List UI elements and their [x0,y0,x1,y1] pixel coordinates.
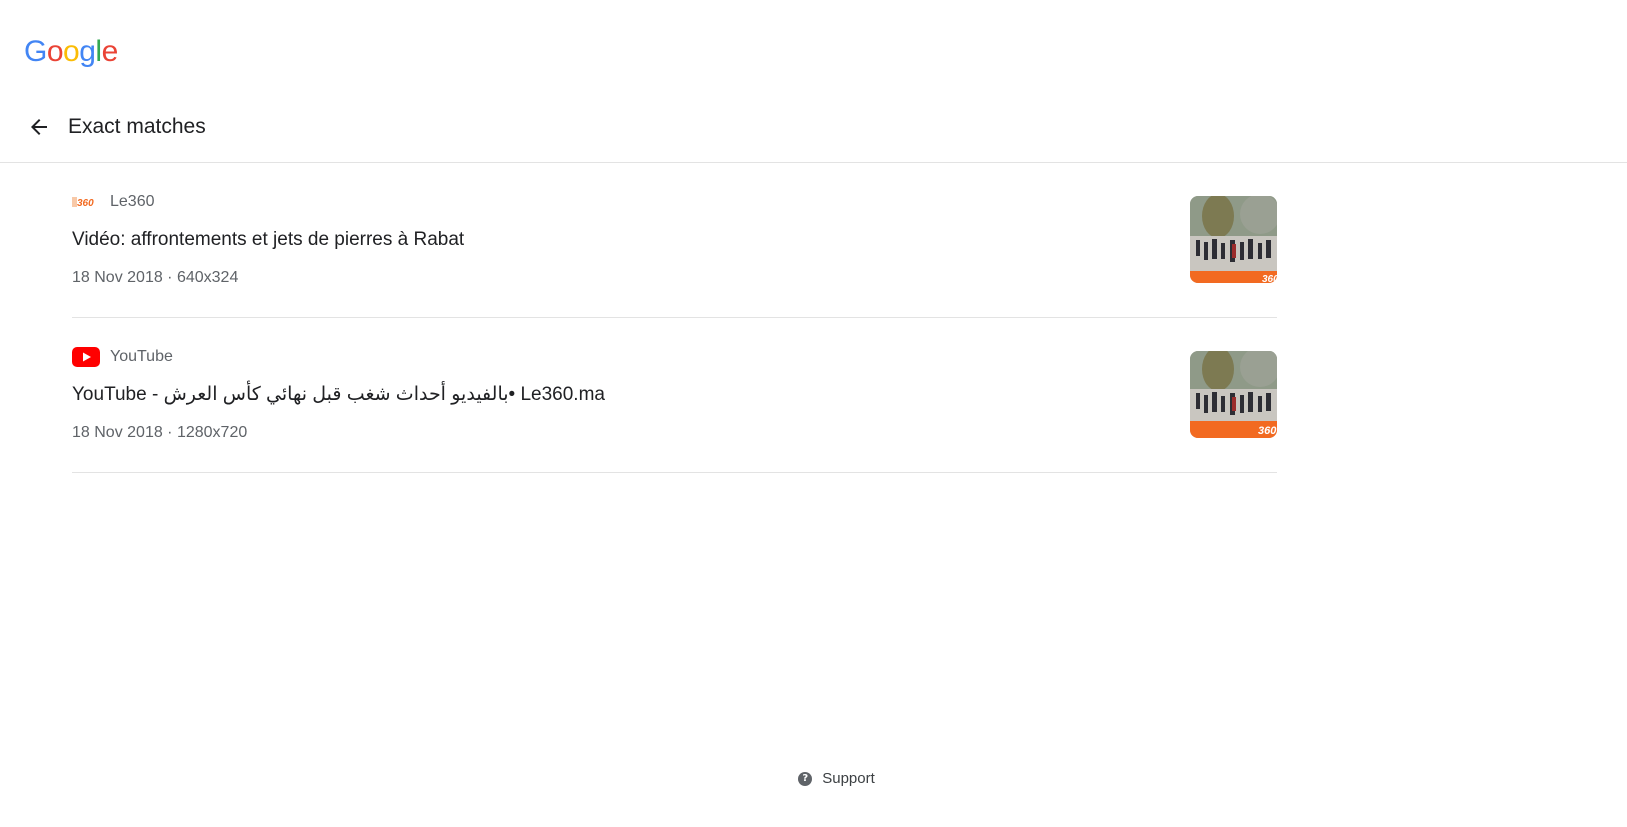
support-link[interactable]: ? Support [798,770,875,787]
result-thumbnail[interactable]: 360 [1190,196,1277,283]
header: Exact matches [0,96,1627,163]
thumb-label: 360 [1258,425,1277,437]
result-meta: 18 Nov 2018 · 1280x720 [72,424,248,441]
logo-letter-6: e [101,35,119,68]
youtube-favicon [72,347,100,367]
logo-letter-4: g [79,35,96,68]
support-label: Support [822,770,875,787]
result-item[interactable]: 360 Le360 Vidéo: affrontements et jets d… [72,163,1277,318]
result-meta: 18 Nov 2018 · 640x324 [72,269,239,286]
arrow-back-icon [31,119,47,135]
result-thumbnail[interactable]: 360 [1190,351,1277,438]
svg-text:360: 360 [77,198,94,209]
footer: ? Support [0,770,1627,787]
logo-letter-1: G [24,35,47,68]
page-title: Exact matches [68,115,206,138]
logo-letter-2: o [46,35,64,68]
source-name: YouTube [110,348,173,365]
results-list: 360 Le360 Vidéo: affrontements et jets d… [72,163,1277,473]
result-source[interactable]: YouTube [72,346,173,368]
help-icon: ? [798,771,813,786]
result-source[interactable]: 360 Le360 [72,191,155,213]
logo-letter-3: o [63,35,80,68]
source-name: Le360 [110,193,155,210]
result-title[interactable]: YouTube - بالفيديو أحداث شغب قبل نهائي ك… [72,382,605,408]
le360-favicon: 360 [72,192,100,212]
thumb-label: 360 [1262,274,1277,283]
back-button[interactable] [22,110,56,144]
result-title[interactable]: Vidéo: affrontements et jets de pierres … [72,227,464,253]
page: Google Exact matches 360 Le360 Vidéo: af… [0,0,1627,827]
google-logo[interactable]: Google [24,33,118,71]
result-item[interactable]: YouTube YouTube - بالفيديو أحداث شغب قبل… [72,318,1277,473]
